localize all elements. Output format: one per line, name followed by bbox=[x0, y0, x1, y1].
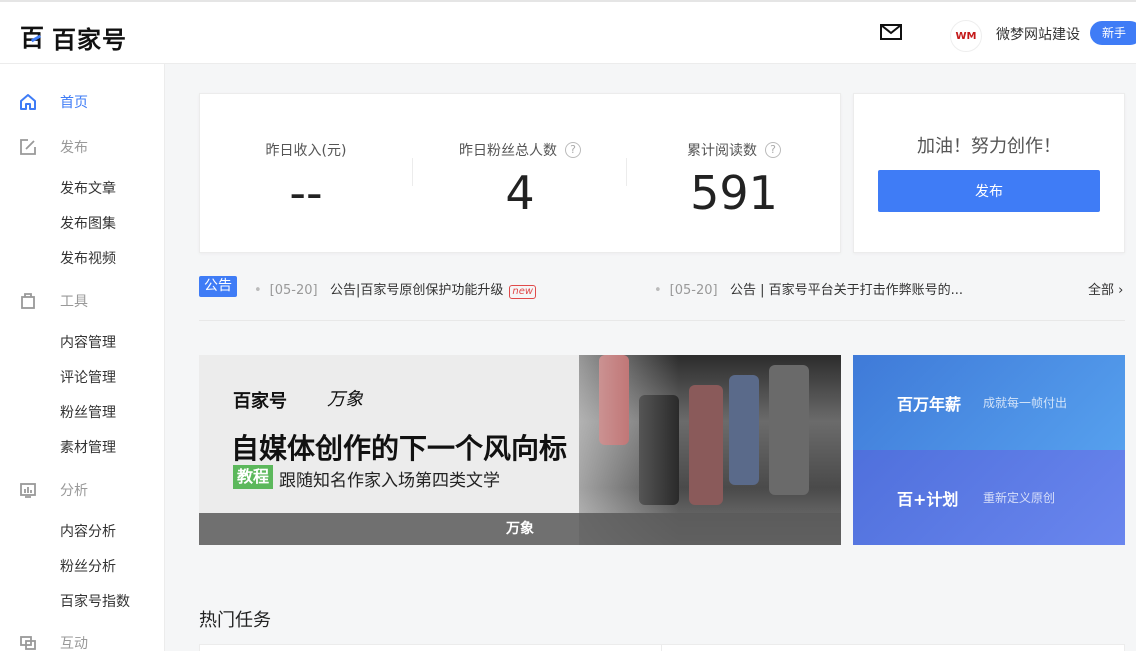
sidebar-item-interact[interactable]: 互动 bbox=[18, 633, 88, 651]
sidebar-item-publish-gallery[interactable]: 发布图集 bbox=[60, 213, 116, 233]
sidebar-item-label: 互动 bbox=[60, 636, 88, 651]
banner-headline: 自媒体创作的下一个风向标 bbox=[231, 432, 568, 465]
sidebar-item-bjh-index[interactable]: 百家号指数 bbox=[60, 591, 130, 611]
sidebar-item-publish[interactable]: 发布 bbox=[18, 137, 88, 157]
mail-icon[interactable] bbox=[880, 24, 902, 40]
promo-desc: 重新定义原创 bbox=[983, 491, 1056, 505]
banner-footer: 万象 bbox=[199, 513, 841, 545]
new-badge: new bbox=[509, 285, 537, 299]
promo-title: 百+计划 bbox=[897, 489, 959, 509]
banner-brand: 百家号 bbox=[233, 391, 287, 412]
sidebar-item-fans-analysis[interactable]: 粉丝分析 bbox=[60, 556, 116, 576]
user-name[interactable]: 微梦网站建设 bbox=[996, 24, 1080, 44]
promo-desc: 成就每一帧付出 bbox=[983, 396, 1068, 410]
notice-text: 公告 | 百家号平台关于打击作弊账号的... bbox=[730, 283, 964, 298]
promo-million-salary[interactable]: 百万年薪 成就每一帧付出 bbox=[853, 355, 1125, 450]
all-notices-link[interactable]: 全部 › bbox=[1088, 279, 1123, 298]
help-icon[interactable]: ? bbox=[765, 142, 781, 158]
sidebar-item-label: 发布 bbox=[60, 140, 88, 156]
notice-item[interactable]: • [05-20] 公告|百家号原创保护功能升级 new bbox=[254, 279, 537, 299]
sidebar-item-label: 分析 bbox=[60, 483, 88, 499]
logo[interactable]: 百 百家号 bbox=[20, 20, 127, 55]
edit-icon bbox=[18, 137, 38, 157]
bullet-icon: • bbox=[654, 283, 662, 298]
divider bbox=[661, 644, 662, 651]
notice-text: 公告|百家号原创保护功能升级 bbox=[330, 283, 504, 298]
stat-fans-value: 4 bbox=[505, 166, 535, 220]
stat-reads: 累计阅读数 ? 591 bbox=[627, 140, 841, 220]
banner-tag: 教程 bbox=[233, 465, 274, 489]
notice-tag: 公告 bbox=[199, 276, 237, 297]
section-title: 热门任务 bbox=[199, 610, 271, 631]
briefcase-icon bbox=[18, 291, 38, 311]
stat-fans: 昨日粉丝总人数 ? 4 bbox=[413, 140, 627, 220]
notice-date: [05-20] bbox=[269, 283, 318, 298]
help-icon[interactable]: ? bbox=[565, 142, 581, 158]
sidebar-item-home[interactable]: 首页 bbox=[18, 92, 88, 112]
stat-fans-label: 昨日粉丝总人数 bbox=[459, 143, 557, 159]
sidebar-item-label: 首页 bbox=[60, 95, 88, 111]
cheer-text: 加油！努力创作！ bbox=[917, 136, 1061, 157]
sidebar-item-content-manage[interactable]: 内容管理 bbox=[60, 332, 116, 352]
sidebar-item-publish-video[interactable]: 发布视频 bbox=[60, 248, 116, 268]
tasks-card bbox=[199, 644, 1125, 651]
sidebar-item-comment-manage[interactable]: 评论管理 bbox=[60, 367, 116, 387]
promo-title: 百万年薪 bbox=[897, 394, 962, 414]
notice-item[interactable]: • [05-20] 公告 | 百家号平台关于打击作弊账号的... bbox=[654, 279, 963, 298]
divider bbox=[199, 320, 1125, 321]
banner[interactable]: 百家号 万象 自媒体创作的下一个风向标 教程 跟随知名作家入场第四类文学 万象 bbox=[199, 355, 841, 545]
sidebar-item-analysis[interactable]: 分析 bbox=[18, 480, 88, 500]
notice-date: [05-20] bbox=[669, 283, 718, 298]
newbie-badge[interactable]: 新手 bbox=[1090, 21, 1136, 45]
sidebar-item-label: 工具 bbox=[60, 294, 88, 310]
chat-icon bbox=[18, 633, 38, 651]
stat-income-label: 昨日收入(元) bbox=[265, 143, 347, 159]
logo-text: 百家号 bbox=[52, 26, 127, 54]
chart-icon bbox=[18, 480, 38, 500]
logo-mark-icon: 百 bbox=[20, 23, 44, 52]
sidebar-item-tools[interactable]: 工具 bbox=[18, 291, 88, 311]
sidebar-item-fans-manage[interactable]: 粉丝管理 bbox=[60, 402, 116, 422]
bullet-icon: • bbox=[254, 283, 262, 298]
stat-income-value: -- bbox=[289, 166, 323, 220]
sidebar-item-content-analysis[interactable]: 内容分析 bbox=[60, 521, 116, 541]
stat-reads-label: 累计阅读数 bbox=[687, 143, 757, 159]
sidebar-item-publish-article[interactable]: 发布文章 bbox=[60, 178, 116, 198]
sidebar-item-material-manage[interactable]: 素材管理 bbox=[60, 437, 116, 457]
banner-sub-brand: 万象 bbox=[327, 389, 363, 410]
stat-income: 昨日收入(元) -- bbox=[199, 140, 413, 220]
chevron-right-icon: › bbox=[1114, 283, 1124, 298]
promo-plus-plan[interactable]: 百+计划 重新定义原创 bbox=[853, 450, 1125, 545]
home-icon bbox=[18, 92, 38, 112]
stat-reads-value: 591 bbox=[690, 166, 778, 220]
publish-button[interactable]: 发布 bbox=[878, 170, 1100, 212]
avatar[interactable]: WM bbox=[950, 20, 982, 52]
banner-tagline: 跟随知名作家入场第四类文学 bbox=[279, 471, 500, 491]
